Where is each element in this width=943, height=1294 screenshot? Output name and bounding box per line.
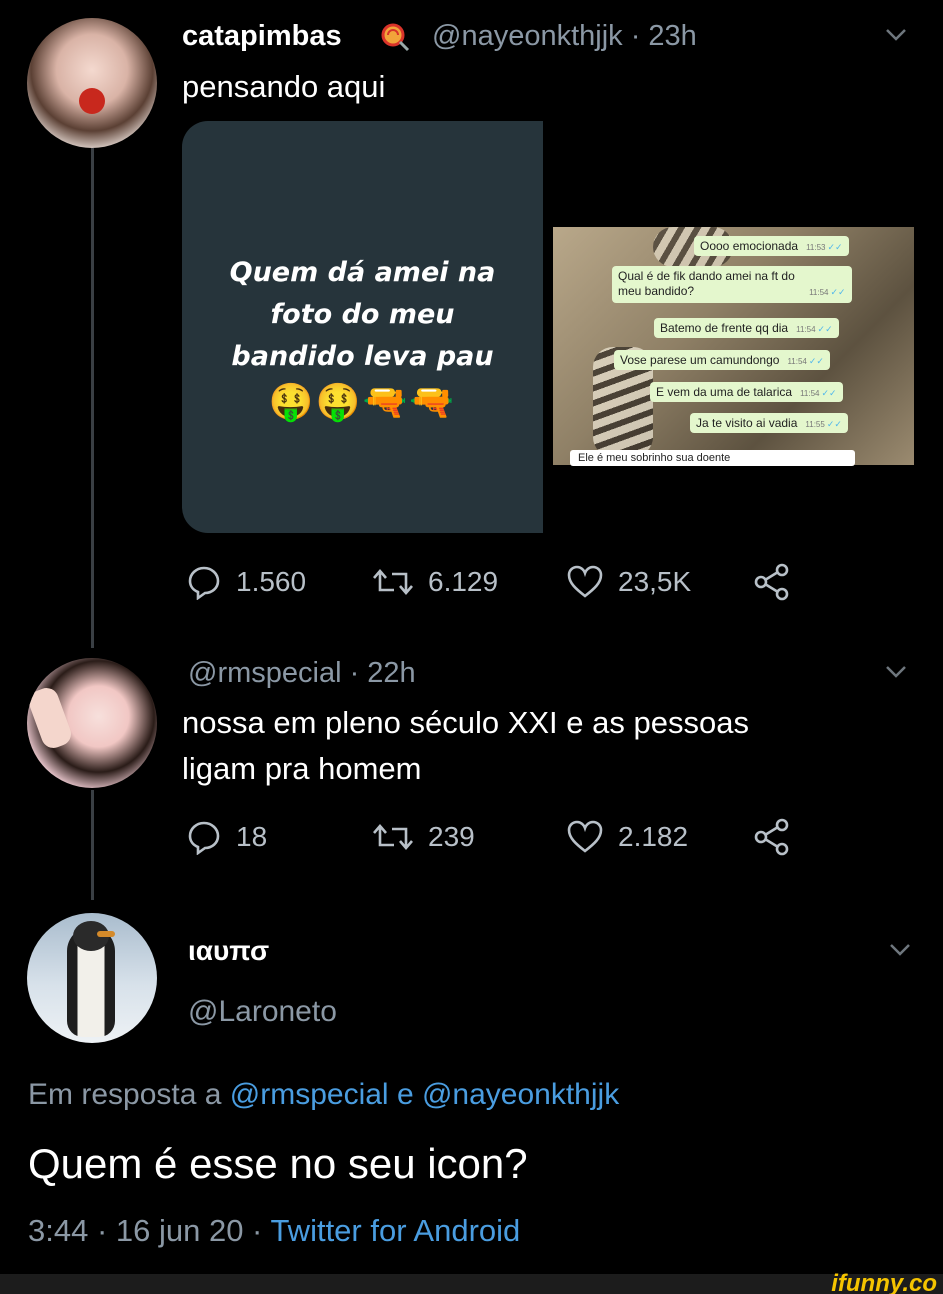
share-icon (754, 563, 789, 601)
chat-bubble: Ja te visito ai vadia 11:55 ✓✓ (690, 413, 848, 433)
retweet-button[interactable]: 6.129 (372, 564, 498, 600)
watermark-logo: ifunny.co (831, 1270, 937, 1294)
chat-bubble: Batemo de frente qq dia 11:54 ✓✓ (654, 318, 839, 338)
tweet-text: pensando aqui (182, 69, 386, 104)
thread-line (91, 148, 94, 648)
tweet-actions: 1.560 6.129 23,5K (186, 560, 826, 604)
mention-link[interactable]: @rmspecial (230, 1078, 389, 1111)
tweet-text: nossa em pleno século XXI e as pessoas l… (182, 705, 749, 786)
apple-graphic (79, 88, 105, 114)
avatar[interactable] (27, 658, 157, 788)
retweet-button[interactable]: 239 (372, 819, 475, 855)
timestamp: 3:44 · 16 jun 20 · (28, 1213, 263, 1248)
meme-line: foto do meu (270, 299, 455, 330)
meme-emojis: 🤑🤑🔫🔫 (268, 381, 457, 422)
reply-icon (188, 821, 220, 855)
chat-bubble: Oooo emocionada 11:53 ✓✓ (694, 236, 849, 256)
display-name[interactable]: catapimbas (182, 20, 342, 52)
meme-line: Quem dá amei na (229, 257, 496, 288)
meme-image[interactable]: Quem dá amei na foto do meu bandido leva… (182, 121, 543, 533)
mention-link[interactable]: @nayeonkthjjk (422, 1078, 619, 1111)
chat-bubble: Vose parese um camundongo 11:54 ✓✓ (614, 350, 830, 370)
reply-button[interactable]: 1.560 (186, 564, 306, 600)
reply-icon (188, 566, 220, 600)
reply-button[interactable]: 18 (186, 819, 267, 855)
retweet-icon (373, 824, 413, 850)
chevron-down-icon[interactable] (885, 665, 907, 679)
source-link[interactable]: Twitter for Android (270, 1213, 520, 1248)
tweet-header: catapimbas @nayeonkthjjk · 23h (182, 20, 697, 53)
handle[interactable]: @Laroneto (188, 995, 337, 1029)
watermark-bar (0, 1274, 943, 1294)
reply-count: 18 (236, 821, 268, 852)
display-name[interactable]: ιαυπσ (188, 935, 269, 967)
thread-line (91, 790, 94, 900)
lollipop-icon (380, 22, 410, 52)
chat-bubble-cut: Ele é meu sobrinho sua doente (570, 450, 855, 466)
like-count: 2.182 (618, 821, 689, 852)
chevron-down-icon[interactable] (889, 943, 911, 957)
share-button[interactable] (752, 817, 806, 857)
chat-bubble: E vem da uma de talarica 11:54 ✓✓ (650, 382, 843, 402)
heart-icon (567, 820, 603, 853)
retweet-icon (373, 569, 413, 595)
reply-context: Em resposta a @rmspecial e @nayeonkthjjk (28, 1078, 620, 1111)
tweet-text: Quem é esse no seu icon? (28, 1140, 528, 1187)
retweet-count: 239 (428, 821, 475, 852)
heart-icon (567, 565, 603, 598)
handle-time: @nayeonkthjjk · 23h (432, 20, 697, 52)
share-icon (754, 818, 789, 856)
reply-count: 1.560 (236, 566, 307, 597)
meme-line: bandido leva pau (231, 341, 494, 372)
chat-bubble: Qual é de fik dando amei na ft do meu ba… (612, 266, 852, 303)
hand-graphic (27, 684, 75, 752)
like-count: 23,5K (618, 566, 692, 597)
share-button[interactable] (752, 562, 806, 602)
retweet-count: 6.129 (428, 566, 499, 597)
like-button[interactable]: 23,5K (566, 564, 691, 600)
tweet-actions: 18 239 2.182 (186, 815, 826, 859)
avatar[interactable] (27, 913, 157, 1043)
tweet-meta: 3:44 · 16 jun 20 · Twitter for Android (28, 1213, 520, 1249)
handle-time: @rmspecial · 22h (188, 657, 416, 689)
chevron-down-icon[interactable] (885, 28, 907, 42)
penguin-beak (97, 931, 115, 937)
like-button[interactable]: 2.182 (566, 819, 688, 855)
avatar[interactable] (27, 18, 157, 148)
